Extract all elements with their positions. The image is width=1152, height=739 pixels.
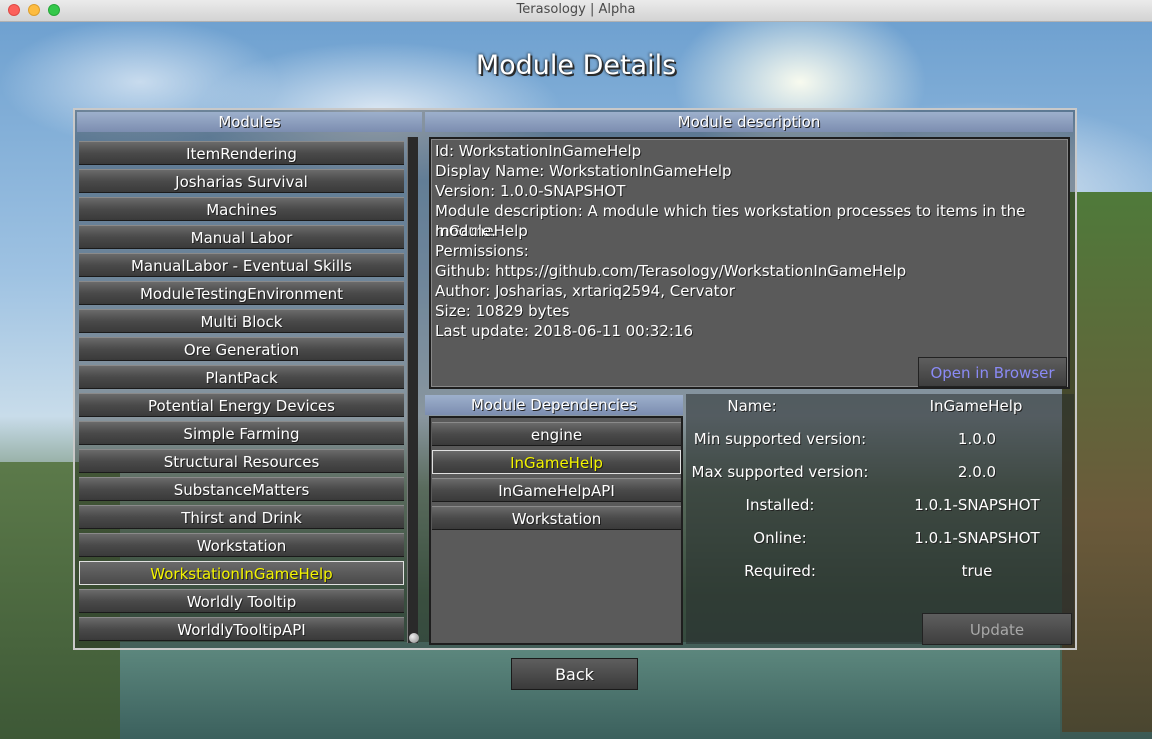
module-list-item[interactable]: ManualLabor - Eventual Skills (79, 253, 404, 277)
online-value: 1.0.1-SNAPSHOT (914, 529, 1040, 547)
scrollbar-thumb[interactable] (409, 633, 419, 643)
module-dependencies-header: Module Dependencies (425, 395, 683, 415)
module-list-item[interactable]: Ore Generation (79, 337, 404, 361)
window-title: Terasology | Alpha (516, 2, 636, 17)
module-list-item[interactable]: Machines (79, 197, 404, 221)
module-list-item[interactable]: Manual Labor (79, 225, 404, 249)
dependency-item[interactable]: Workstation (432, 506, 681, 530)
description-line: Version: 1.0.0-SNAPSHOT (435, 182, 626, 200)
max-version-label: Max supported version: (691, 463, 869, 481)
name-label: Name: (727, 397, 777, 415)
dependency-details-panel: Name: InGameHelp Min supported version: … (686, 394, 1074, 644)
dependency-item[interactable]: InGameHelpAPI (432, 478, 681, 502)
name-value: InGameHelp (929, 397, 1023, 415)
module-list-item[interactable]: Simple Farming (79, 421, 404, 445)
module-list-item[interactable]: Potential Energy Devices (79, 393, 404, 417)
online-label: Online: (753, 529, 807, 547)
description-line: Size: 10829 bytes (435, 302, 570, 320)
back-button[interactable]: Back (511, 658, 638, 690)
description-line: Github: https://github.com/Terasology/Wo… (435, 262, 907, 280)
installed-value: 1.0.1-SNAPSHOT (914, 496, 1040, 514)
module-list-item[interactable]: ItemRendering (79, 141, 404, 165)
dependency-item[interactable]: engine (432, 422, 681, 446)
modules-header: Modules (77, 112, 422, 132)
description-line: Id: WorkstationInGameHelp (435, 142, 642, 160)
module-list-item[interactable]: Multi Block (79, 309, 404, 333)
description-line: module. (435, 222, 496, 240)
module-description-header: Module description (425, 112, 1073, 132)
module-list-item[interactable]: Thirst and Drink (79, 505, 404, 529)
module-list-item[interactable]: Workstation (79, 533, 404, 557)
max-version-value: 2.0.0 (957, 463, 997, 481)
window-titlebar: Terasology | Alpha (0, 0, 1152, 22)
module-list-scrollbar[interactable] (407, 137, 419, 643)
description-line: Module description: A module which ties … (435, 202, 1026, 240)
min-version-label: Min supported version: (693, 430, 867, 448)
dependency-item[interactable]: InGameHelp (432, 450, 681, 474)
module-list-item[interactable]: ModuleTestingEnvironment (79, 281, 404, 305)
module-list-item[interactable]: PlantPack (79, 365, 404, 389)
installed-label: Installed: (745, 496, 815, 514)
module-list-item[interactable]: WorldlyTooltipAPI (79, 617, 404, 641)
module-list[interactable]: ItemRendering Josharias Survival Machines M… (79, 137, 406, 645)
open-in-browser-button[interactable]: Open in Browser (918, 357, 1067, 387)
module-list-item[interactable]: WorkstationInGameHelp (79, 561, 404, 585)
description-line: Author: Josharias, xrtariq2594, Cervator (435, 282, 735, 300)
description-line: Display Name: WorkstationInGameHelp (435, 162, 732, 180)
required-value: true (961, 562, 993, 580)
update-button[interactable]: Update (922, 613, 1072, 645)
module-list-item[interactable]: Structural Resources (79, 449, 404, 473)
module-list-item[interactable]: Worldly Tooltip (79, 589, 404, 613)
description-line: Last update: 2018-06-11 00:32:16 (435, 322, 693, 340)
screen-title: Module Details (475, 50, 677, 81)
min-version-value: 1.0.0 (957, 430, 997, 448)
module-description-text: Id: WorkstationInGameHelp Display Name: W… (429, 137, 1070, 389)
module-list-item[interactable]: Josharias Survival (79, 169, 404, 193)
description-line: Permissions: (435, 242, 529, 260)
required-label: Required: (744, 562, 816, 580)
module-list-item[interactable]: SubstanceMatters (79, 477, 404, 501)
dependency-list[interactable]: engine InGameHelp InGameHelpAPI Workstation (429, 416, 683, 645)
